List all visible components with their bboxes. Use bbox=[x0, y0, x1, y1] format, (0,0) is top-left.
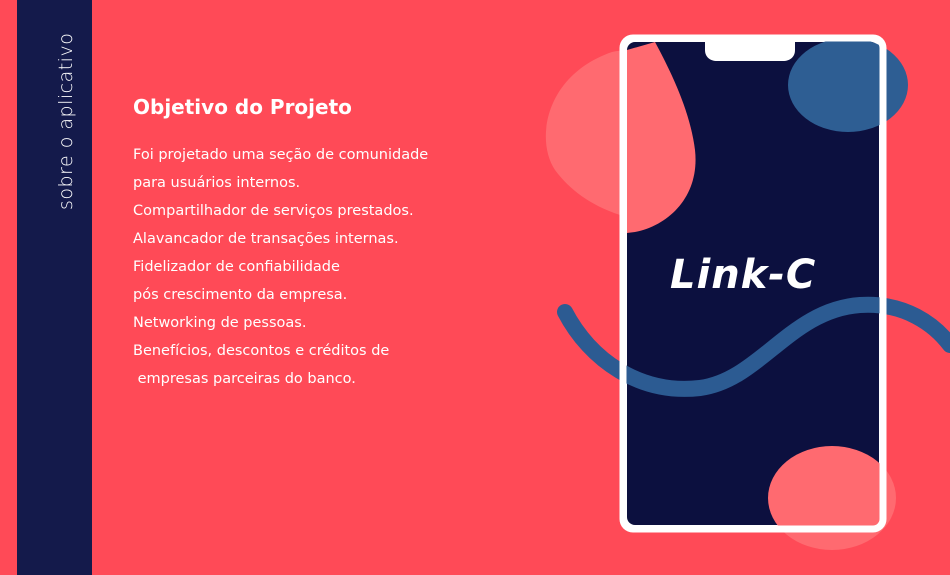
link-c-logo: Link-C bbox=[670, 252, 817, 298]
blue-blob-top bbox=[788, 38, 908, 132]
pink-blob-bottom bbox=[768, 446, 896, 550]
